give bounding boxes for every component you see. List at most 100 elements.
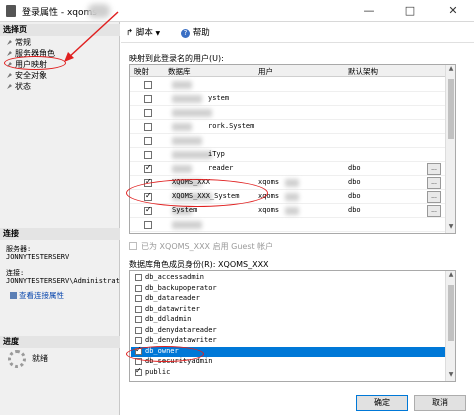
- scroll-up-icon[interactable]: ▲: [446, 271, 455, 281]
- guest-enabled-checkbox: 已为 XQOMS_XXX 启用 Guest 帐户: [129, 241, 273, 252]
- maximize-button[interactable]: □: [395, 2, 425, 20]
- map-checkbox[interactable]: [144, 151, 152, 159]
- role-checkbox[interactable]: [135, 305, 142, 313]
- page-icon: [6, 83, 13, 90]
- mapping-row[interactable]: [130, 78, 455, 92]
- page-item-status[interactable]: 状态: [6, 82, 31, 92]
- role-checkbox[interactable]: [135, 295, 142, 302]
- status-text: 就绪: [32, 354, 48, 363]
- close-button[interactable]: ✕: [438, 2, 468, 20]
- cancel-button[interactable]: 取消: [414, 395, 466, 411]
- redacted-blur: [172, 137, 202, 145]
- schema-cell: dbo: [348, 192, 361, 200]
- schema-browse-button[interactable]: ...: [427, 177, 441, 189]
- annotation-circle-database-rows: [126, 179, 268, 207]
- role-label: db_denydatawriter: [145, 336, 217, 344]
- database-cell: rork.System: [208, 122, 255, 130]
- role-membership-list: db_accessadmin db_backupoperator db_datare…: [129, 270, 456, 382]
- scroll-thumb[interactable]: [448, 285, 454, 341]
- role-label: db_datareader: [145, 294, 200, 302]
- role-item[interactable]: db_backupoperator: [131, 284, 449, 294]
- mapping-row[interactable]: reader dbo...: [130, 162, 455, 176]
- map-checkbox[interactable]: [144, 123, 152, 131]
- page-item-securables[interactable]: 安全对象: [6, 71, 47, 81]
- map-checkbox[interactable]: [144, 137, 152, 145]
- schema-cell: dbo: [348, 206, 361, 214]
- user-mapping-grid: 映射 数据库 用户 默认架构 ystem rork.System iTyp reade…: [129, 64, 456, 234]
- map-checkbox[interactable]: [144, 221, 152, 229]
- map-checkbox[interactable]: [144, 109, 152, 117]
- role-item[interactable]: db_denydatawriter: [131, 336, 449, 346]
- ok-button[interactable]: 确定: [356, 395, 408, 411]
- role-checkbox[interactable]: [135, 366, 142, 376]
- map-checkbox[interactable]: [144, 205, 152, 215]
- minimize-button[interactable]: —: [354, 2, 384, 20]
- map-checkbox[interactable]: [144, 163, 152, 173]
- roles-scrollbar[interactable]: ▲ ▼: [445, 271, 455, 381]
- role-label: db_backupoperator: [145, 283, 217, 292]
- role-item[interactable]: public: [131, 366, 449, 378]
- role-label: db_denydatareader: [145, 325, 217, 334]
- mapping-row[interactable]: rork.System: [130, 120, 455, 134]
- page-label: 安全对象: [15, 71, 47, 80]
- schema-browse-button[interactable]: ...: [427, 205, 441, 217]
- script-button[interactable]: ↱ 脚本 ▼: [126, 26, 160, 38]
- mapping-row[interactable]: iTyp: [130, 148, 455, 162]
- app-icon: [6, 5, 16, 17]
- help-button[interactable]: ? 帮助: [181, 26, 210, 38]
- schema-browse-button[interactable]: ...: [427, 163, 441, 175]
- grid-header: 映射 数据库 用户 默认架构: [130, 65, 455, 77]
- role-item[interactable]: db_accessadmin: [131, 273, 449, 283]
- database-cell: reader: [208, 164, 234, 172]
- mapping-row[interactable]: ystem: [130, 92, 455, 106]
- role-checkbox[interactable]: [135, 274, 142, 281]
- role-checkbox[interactable]: [135, 316, 142, 323]
- guest-checkbox-box: [129, 242, 137, 250]
- map-checkbox[interactable]: [144, 95, 152, 103]
- col-header-map: 映射: [134, 67, 149, 76]
- schema-cell: dbo: [348, 164, 361, 172]
- properties-icon: [10, 292, 17, 299]
- redacted-blur: [172, 81, 192, 89]
- redacted-blur: [172, 123, 192, 131]
- chevron-down-icon: ▼: [155, 30, 161, 37]
- annotation-circle-user-mapping: [4, 56, 66, 70]
- page-item-general[interactable]: 常规: [6, 38, 31, 48]
- view-connection-properties-link[interactable]: 查看连接属性: [10, 290, 64, 301]
- mapping-row[interactable]: [130, 134, 455, 148]
- role-item[interactable]: db_datawriter: [131, 305, 449, 315]
- page-label: 状态: [15, 82, 31, 91]
- redacted-blur: [172, 109, 212, 117]
- mapping-row[interactable]: [130, 218, 455, 232]
- role-label: public: [145, 367, 171, 376]
- redacted-blur: [172, 221, 202, 229]
- scroll-down-icon[interactable]: ▼: [446, 223, 455, 233]
- redacted-blur: [172, 151, 212, 159]
- connection-value: JONNYTESTERSERV\Administrat: [6, 277, 120, 285]
- mapping-scrollbar[interactable]: ▲ ▼: [445, 65, 455, 233]
- user-cell: xqoms: [258, 178, 280, 186]
- scroll-down-icon[interactable]: ▼: [446, 371, 455, 381]
- role-item[interactable]: db_ddladmin: [131, 315, 449, 325]
- page-icon: [6, 50, 13, 57]
- schema-browse-button[interactable]: ...: [427, 191, 441, 203]
- server-value: JONNYTESTERSERV: [6, 253, 70, 261]
- role-checkbox[interactable]: [135, 326, 142, 334]
- role-checkbox[interactable]: [135, 284, 142, 292]
- role-label: db_datawriter: [145, 304, 200, 313]
- spinner-icon: [8, 350, 26, 368]
- col-header-database: 数据库: [168, 67, 191, 76]
- role-item[interactable]: db_datareader: [131, 294, 449, 304]
- role-checkbox[interactable]: [135, 337, 142, 344]
- role-item[interactable]: db_denydatareader: [131, 326, 449, 336]
- map-checkbox[interactable]: [144, 81, 152, 89]
- mapping-row[interactable]: [130, 106, 455, 120]
- page-icon: [6, 72, 13, 79]
- scroll-up-icon[interactable]: ▲: [446, 65, 455, 75]
- role-label: db_accessadmin: [145, 273, 205, 281]
- col-header-schema: 默认架构: [348, 67, 378, 76]
- connection-header: 连接: [0, 228, 120, 240]
- col-header-user: 用户: [258, 67, 273, 76]
- scroll-thumb[interactable]: [448, 79, 454, 139]
- progress-header: 进度: [0, 336, 120, 348]
